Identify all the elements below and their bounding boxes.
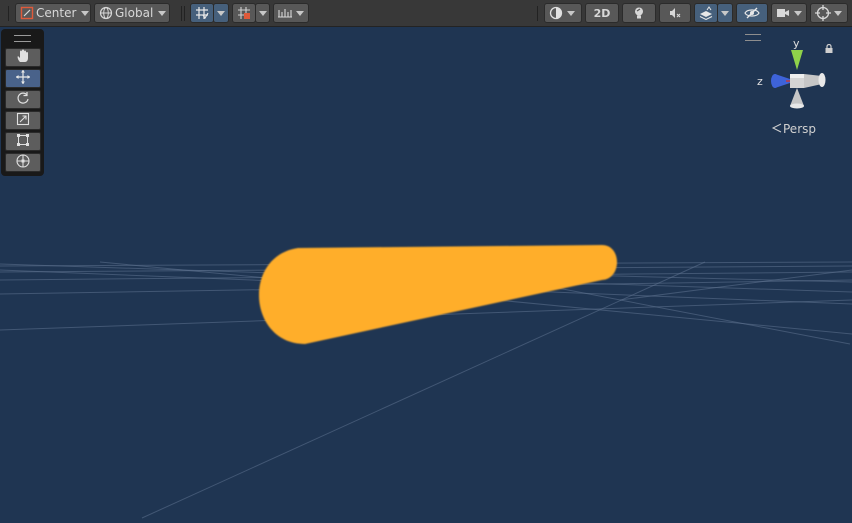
transform-tool-button[interactable] [5, 153, 41, 172]
rotate-icon [16, 91, 30, 108]
perspective-icon [771, 122, 783, 136]
effects-toggle[interactable] [694, 3, 718, 23]
gizmos-dropdown[interactable] [810, 3, 848, 23]
camera-settings-dropdown[interactable] [771, 3, 807, 23]
projection-toggle[interactable]: Persp [771, 122, 816, 136]
chevron-down-icon [81, 10, 90, 16]
gizmo-neg-y-cone[interactable] [790, 88, 804, 106]
shading-sphere-icon [549, 6, 563, 20]
chevron-down-icon [794, 10, 802, 16]
increment-snap-dropdown[interactable] [255, 3, 270, 23]
chevron-down-icon [834, 10, 842, 16]
scene-visibility-toggle[interactable] [736, 3, 768, 23]
pivot-position-label: Center [36, 6, 77, 20]
increment-snap-icon [237, 6, 251, 20]
chevron-down-icon [217, 10, 225, 16]
pivot-icon [20, 6, 34, 20]
pivot-rotation-label: Global [115, 6, 154, 20]
pivot-position-dropdown[interactable]: Center [15, 3, 91, 23]
palette-drag-handle[interactable] [14, 35, 31, 42]
globe-icon [99, 6, 113, 20]
grid-snap-icon [195, 6, 209, 20]
projection-label: Persp [783, 122, 816, 136]
effects-dropdown[interactable] [717, 3, 733, 23]
light-bulb-icon [632, 6, 646, 20]
tools-palette [1, 29, 44, 176]
transform-all-icon [15, 153, 31, 172]
camera-icon [776, 7, 790, 19]
rotate-tool-button[interactable] [5, 90, 41, 109]
rect-tool-button[interactable] [5, 132, 41, 151]
grid-ruler-icon [277, 6, 293, 20]
scene-canvas[interactable] [0, 27, 852, 523]
scene-viewport[interactable] [0, 27, 852, 523]
grid-visibility-dropdown[interactable] [273, 3, 309, 23]
gizmo-z-label: z [757, 75, 763, 88]
chevron-down-icon [567, 10, 575, 16]
audio-toggle[interactable] [659, 3, 691, 23]
toolbar-separator [537, 6, 538, 21]
toolbar-separator [184, 6, 185, 21]
hand-tool-button[interactable] [5, 48, 41, 67]
scale-icon [16, 112, 30, 129]
move-tool-button[interactable] [5, 69, 41, 88]
hand-icon [16, 49, 30, 66]
toolbar-separator [181, 6, 182, 21]
gizmo-y-label: y [793, 37, 800, 50]
draw-mode-dropdown[interactable] [544, 3, 582, 23]
2d-mode-toggle[interactable]: 2D [585, 3, 619, 23]
rect-transform-icon [16, 133, 30, 150]
increment-snap-toggle[interactable] [232, 3, 256, 23]
2d-mode-label: 2D [593, 6, 611, 20]
gizmo-crosshair-icon [815, 5, 831, 21]
gizmo-y-axis-cone[interactable] [791, 50, 803, 70]
effects-layers-icon [699, 6, 713, 20]
scale-tool-button[interactable] [5, 111, 41, 130]
chevron-down-icon [158, 10, 167, 16]
eye-hidden-icon [744, 6, 760, 20]
speaker-muted-icon [668, 6, 682, 20]
grid-snapping-toggle[interactable] [190, 3, 214, 23]
grid-snapping-dropdown[interactable] [213, 3, 229, 23]
lighting-toggle[interactable] [622, 3, 656, 23]
scene-toolbar: Center Global 2D [0, 0, 852, 27]
move-arrows-icon [15, 69, 31, 88]
chevron-down-icon [296, 10, 304, 16]
toolbar-separator [8, 6, 9, 21]
chevron-down-icon [721, 10, 729, 16]
chevron-down-icon [258, 10, 267, 16]
pivot-rotation-dropdown[interactable]: Global [94, 3, 170, 23]
